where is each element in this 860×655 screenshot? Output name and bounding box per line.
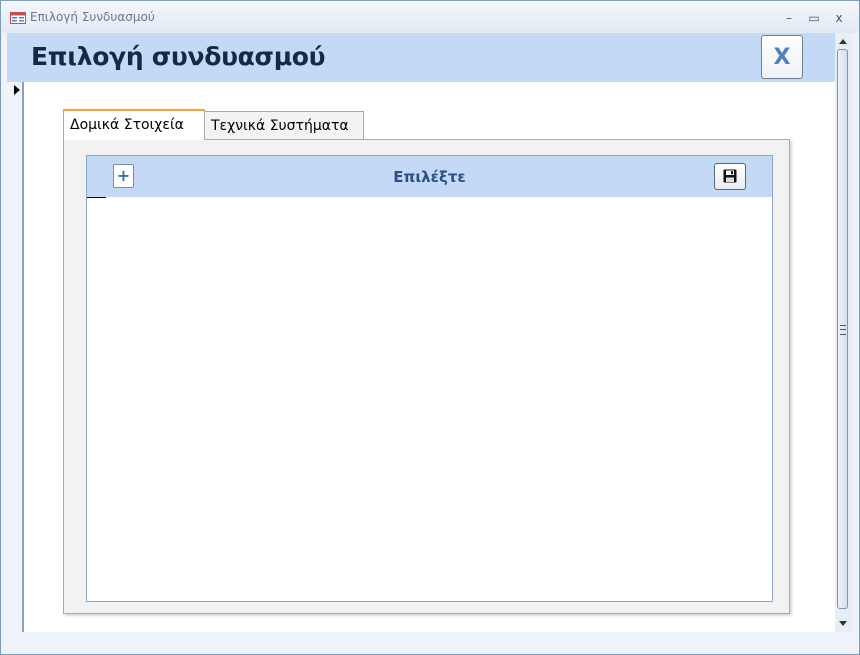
scroll-up-arrow-icon[interactable] xyxy=(839,39,847,44)
scrollbar-thumb[interactable] xyxy=(837,49,848,609)
page-title: Επιλογή συνδυασμού xyxy=(31,42,326,71)
window-bottom-border xyxy=(1,632,859,654)
minimize-button[interactable]: – xyxy=(779,9,799,27)
form-header: Επιλογή συνδυασμού X xyxy=(7,33,835,82)
new-record-row-marker xyxy=(87,197,106,198)
form-icon xyxy=(10,12,26,24)
add-button[interactable]: + xyxy=(113,164,134,188)
current-record-arrow-icon xyxy=(14,85,20,95)
form-client-area: Επιλογή συνδυασμού X Δομικά Στοιχεία Τεχ… xyxy=(7,33,835,632)
scrollbar-grip-icon xyxy=(840,325,846,335)
close-form-button[interactable]: X xyxy=(761,35,803,79)
window-title: Επιλογή Συνδυασμού xyxy=(30,10,155,24)
subform-header: Επιλέξτε + xyxy=(87,156,772,197)
tab-panel: Επιλέξτε + xyxy=(63,139,790,614)
vertical-scrollbar[interactable] xyxy=(835,33,852,632)
save-icon xyxy=(723,169,737,183)
scroll-down-arrow-icon[interactable] xyxy=(839,621,847,626)
save-button[interactable] xyxy=(714,163,746,190)
record-selector[interactable] xyxy=(7,82,24,632)
title-bar: Επιλογή Συνδυασμού – ▭ x xyxy=(1,1,859,33)
subform-title: Επιλέξτε xyxy=(393,168,466,186)
window-close-button[interactable]: x xyxy=(829,9,849,27)
tab-domika-stoixeia[interactable]: Δομικά Στοιχεία xyxy=(63,109,205,140)
application-window: Επιλογή Συνδυασμού – ▭ x Επιλογή συνδυασ… xyxy=(0,0,860,655)
tab-technika-systimata[interactable]: Τεχνικά Συστήματα xyxy=(204,111,364,141)
maximize-button[interactable]: ▭ xyxy=(804,9,824,27)
selection-subform: Επιλέξτε + xyxy=(86,155,773,602)
